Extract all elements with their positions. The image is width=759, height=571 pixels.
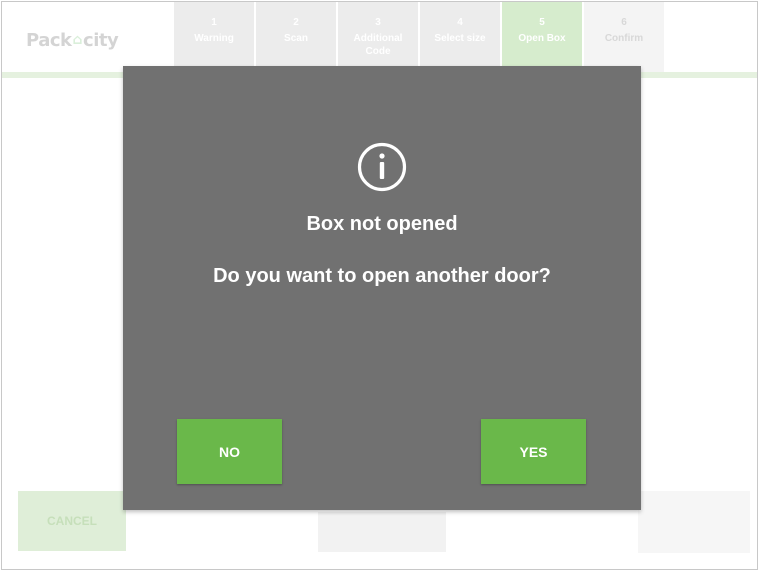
next-button <box>638 491 750 553</box>
step-3: 3 Additional Code <box>338 2 418 72</box>
cancel-label: CANCEL <box>47 514 97 528</box>
dialog-question: Do you want to open another door? <box>213 265 551 287</box>
packcity-logo: Pack ⌂ city <box>26 24 136 56</box>
step-6: 6 Confirm <box>584 2 664 72</box>
step-label: Warning <box>194 33 234 44</box>
no-button-label: NO <box>219 443 240 460</box>
dialog-title: Box not opened <box>306 213 458 235</box>
yes-button[interactable]: YES <box>481 419 586 484</box>
step-label: Open Box <box>518 33 566 44</box>
secondary-button <box>318 512 446 552</box>
step-1: 1 Warning <box>174 2 254 72</box>
info-icon <box>357 142 407 192</box>
cancel-button: CANCEL <box>18 491 126 551</box>
step-2: 2 Scan <box>256 2 336 72</box>
no-button[interactable]: NO <box>177 419 282 484</box>
step-number: 3 <box>375 17 381 28</box>
step-label: Select size <box>434 33 486 44</box>
step-number: 2 <box>293 17 299 28</box>
step-progress: 1 Warning 2 Scan 3 Additional Code 4 Sel… <box>174 2 664 72</box>
logo-house-icon: ⌂ <box>72 32 83 48</box>
step-label: Confirm <box>604 33 644 44</box>
logo-text-right: city <box>83 29 119 51</box>
box-not-opened-dialog: Box not opened Do you want to open anoth… <box>123 66 641 510</box>
step-label: Scan <box>284 33 308 44</box>
app-frame: Pack ⌂ city 1 Warning 2 Scan 3 Additiona… <box>1 1 758 570</box>
step-number: 6 <box>621 17 627 28</box>
step-number: 5 <box>539 17 545 28</box>
step-4: 4 Select size <box>420 2 500 72</box>
logo-text-left: Pack <box>26 29 72 51</box>
step-number: 1 <box>211 17 217 28</box>
step-number: 4 <box>457 17 463 28</box>
yes-button-label: YES <box>519 443 548 460</box>
step-5-current: 5 Open Box <box>502 2 582 72</box>
step-label: Additional Code <box>353 33 403 57</box>
